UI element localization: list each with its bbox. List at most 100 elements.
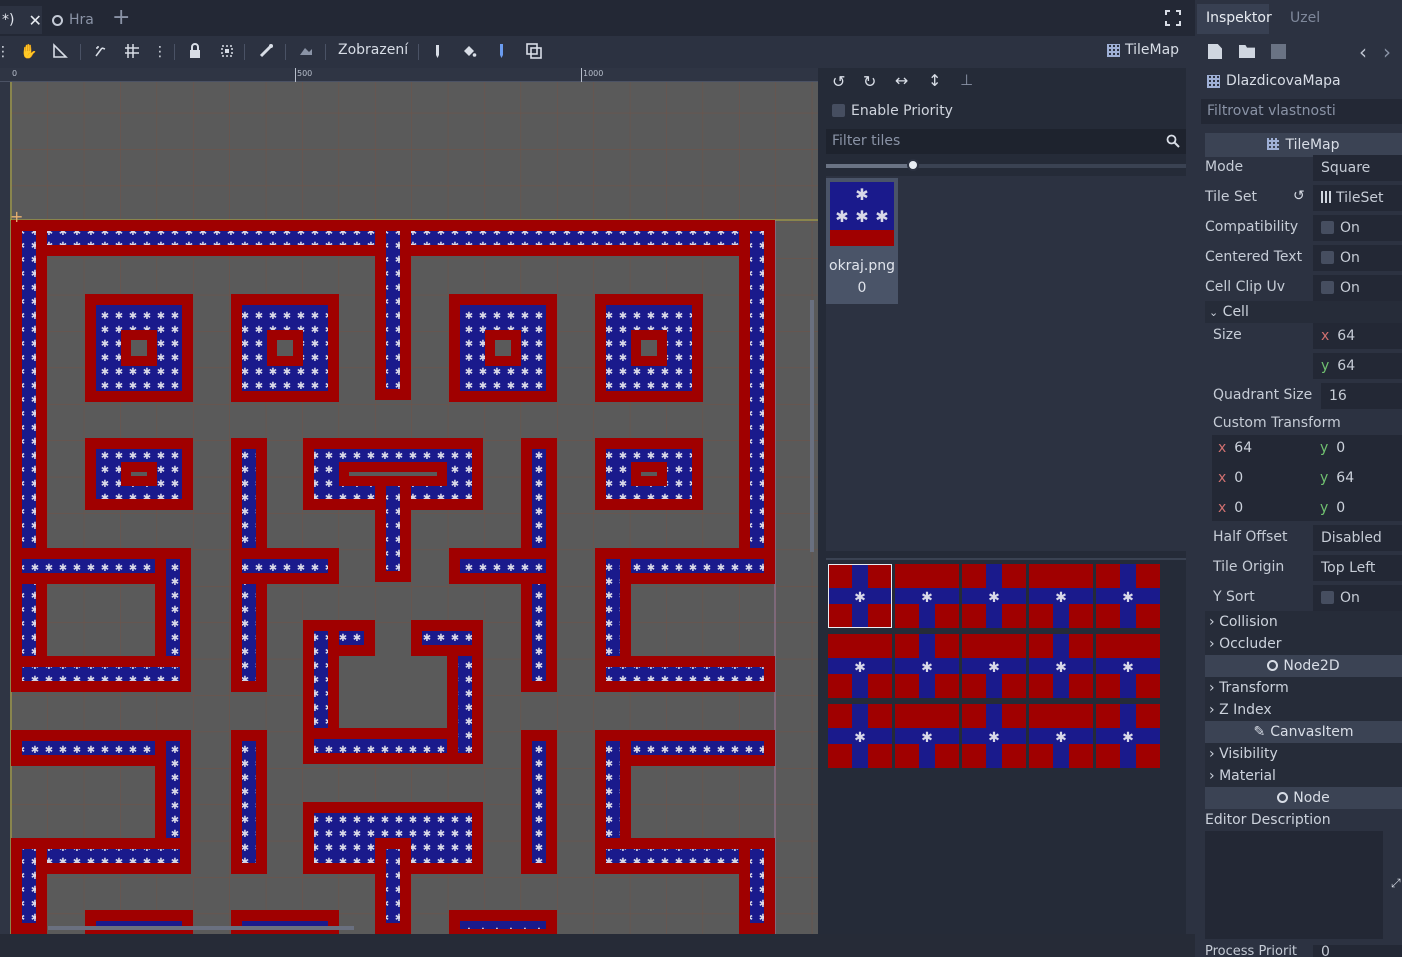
ct-x1[interactable]: x 64: [1218, 440, 1252, 456]
pencil-icon[interactable]: [428, 43, 446, 61]
add-tab-icon[interactable]: +: [112, 6, 130, 30]
svg-text:✱: ✱: [855, 185, 868, 204]
rotate-right-icon[interactable]: ↻: [863, 72, 876, 91]
checkbox-icon: [1321, 591, 1334, 604]
ruler-icon[interactable]: [51, 43, 69, 61]
zoom-slider-handle[interactable]: [907, 159, 919, 171]
svg-text:✱: ✱: [988, 660, 1000, 676]
snap-smart-icon[interactable]: [92, 43, 110, 61]
prop-size: Size x 64: [1205, 323, 1402, 349]
svg-text:✱: ✱: [854, 660, 866, 676]
tile-item-okraj[interactable]: ✱ ✱ ✱ ✱ okraj.png 0: [826, 178, 898, 304]
chevron-down-icon: ⌄: [1209, 306, 1219, 319]
tilemap-node-label: TileMap: [1107, 42, 1179, 58]
bone-icon[interactable]: [257, 43, 275, 61]
tab-hra[interactable]: Hra: [46, 6, 106, 34]
flip-vertical-icon[interactable]: ↕: [928, 71, 941, 90]
section-transform[interactable]: › Transform: [1205, 677, 1402, 699]
tileset-icon: [1321, 191, 1333, 203]
flip-horizontal-icon[interactable]: ↔: [895, 71, 908, 90]
view-menu-button[interactable]: Zobrazení: [338, 42, 408, 58]
canvas-viewport[interactable]: ✱ +: [0, 68, 818, 934]
snap-grid-icon[interactable]: [123, 43, 141, 61]
origin-marker-icon: +: [10, 207, 23, 226]
prop-custom-transform: Custom Transform: [1213, 415, 1341, 431]
compatibility-toggle[interactable]: On: [1313, 215, 1402, 241]
bottom-panel-bar: [0, 934, 1195, 957]
autotile-atlas[interactable]: ✱ ✱ ✱ ✱ ✱ ✱ ✱ ✱ ✱ ✱ ✱ ✱ ✱ ✱ ✱: [828, 564, 1164, 770]
close-icon[interactable]: ✕: [28, 11, 41, 30]
camera-override-icon[interactable]: [297, 43, 315, 61]
clip-uv-toggle[interactable]: On: [1313, 275, 1402, 301]
bucket-fill-icon[interactable]: [460, 43, 478, 61]
tile-origin-dropdown[interactable]: Top Left: [1313, 555, 1402, 581]
ct-x3[interactable]: x0: [1218, 500, 1243, 516]
tab-inspector-label: Inspektor: [1206, 10, 1272, 26]
enable-priority-checkbox[interactable]: Enable Priority: [832, 103, 953, 119]
viewport-vscrollbar[interactable]: [810, 300, 814, 552]
lock-icon[interactable]: [186, 43, 204, 61]
mode-dropdown[interactable]: Square: [1313, 155, 1402, 181]
color-picker-icon[interactable]: [492, 43, 510, 61]
centered-toggle[interactable]: On: [1313, 245, 1402, 271]
ct-y2[interactable]: y 64: [1320, 470, 1354, 486]
expand-icon[interactable]: ⤢: [1391, 876, 1401, 891]
move-mode-icon[interactable]: ⋮: [0, 43, 10, 61]
section-cell[interactable]: ⌄ Cell: [1205, 301, 1402, 323]
size-y-field[interactable]: y 64: [1313, 353, 1402, 379]
quadrant-size-field[interactable]: 16: [1321, 383, 1402, 409]
ysort-toggle[interactable]: On: [1313, 585, 1402, 611]
section-z-index[interactable]: › Z Index: [1205, 699, 1402, 721]
node-circle-icon: [1267, 660, 1279, 671]
viewport-hscrollbar[interactable]: [48, 926, 354, 930]
process-priority-field[interactable]: 0: [1313, 945, 1402, 957]
svg-text:✱: ✱: [988, 590, 1000, 606]
tileset-resource-picker[interactable]: TileSet: [1313, 185, 1402, 211]
tab-uzel[interactable]: Uzel: [1290, 10, 1320, 26]
prop-cell-clip-uv: Cell Clip Uv On: [1205, 275, 1402, 301]
chevron-right-icon: ›: [1209, 636, 1215, 652]
clear-transform-icon[interactable]: ⊥: [960, 71, 973, 89]
svg-text:✱: ✱: [854, 590, 866, 606]
filter-tiles-input[interactable]: Filter tiles: [826, 129, 1186, 154]
prop-centered-textures: Centered Text On: [1205, 245, 1402, 271]
group-icon[interactable]: [218, 43, 236, 61]
ct-y3[interactable]: y0: [1320, 500, 1345, 516]
zoom-slider[interactable]: [826, 159, 1186, 171]
svg-text:✱: ✱: [1122, 590, 1134, 606]
filter-tiles-placeholder: Filter tiles: [832, 133, 901, 149]
reset-icon[interactable]: ↺: [1293, 188, 1305, 204]
tab-current-scene[interactable]: *) ✕: [0, 6, 42, 34]
editor-description-label: Editor Description: [1205, 812, 1331, 828]
new-resource-icon[interactable]: [1208, 44, 1222, 59]
node-path: DlazdicovaMapa: [1207, 73, 1341, 89]
section-visibility[interactable]: › Visibility: [1205, 743, 1402, 765]
chevron-right-icon: ›: [1209, 702, 1215, 718]
history-back-icon[interactable]: ‹: [1359, 40, 1367, 64]
section-collision[interactable]: › Collision: [1205, 611, 1402, 633]
tilemap-canvas[interactable]: ✱ +: [0, 68, 818, 934]
property-filter-input[interactable]: Filtrovat vlastnosti: [1201, 99, 1402, 124]
section-occluder[interactable]: › Occluder: [1205, 633, 1402, 655]
node-circle-icon: [52, 14, 63, 26]
copy-rect-icon[interactable]: [525, 43, 543, 61]
more-options-icon[interactable]: ⋮: [151, 43, 169, 61]
save-icon[interactable]: [1271, 44, 1286, 59]
tilemap-icon: [1207, 74, 1220, 88]
ct-y1[interactable]: y0: [1320, 440, 1345, 456]
editor-description-textarea[interactable]: [1205, 831, 1383, 939]
open-folder-icon[interactable]: [1239, 45, 1255, 58]
node-circle-icon: [1277, 792, 1289, 803]
half-offset-dropdown[interactable]: Disabled: [1313, 525, 1402, 551]
rotate-left-icon[interactable]: ↺: [832, 72, 845, 91]
fullscreen-icon[interactable]: [1165, 10, 1181, 26]
svg-text:✱: ✱: [1122, 660, 1134, 676]
panel-splitter[interactable]: [1186, 68, 1195, 934]
size-x-field[interactable]: x 64: [1313, 323, 1402, 349]
history-forward-icon[interactable]: ›: [1383, 40, 1391, 64]
ct-x2[interactable]: x0: [1218, 470, 1243, 486]
tilemap-icon: [1267, 138, 1280, 150]
pan-hand-icon[interactable]: ✋: [20, 43, 38, 61]
section-material[interactable]: › Material: [1205, 765, 1402, 787]
prop-tileset: Tile Set ↺ TileSet: [1205, 185, 1402, 211]
